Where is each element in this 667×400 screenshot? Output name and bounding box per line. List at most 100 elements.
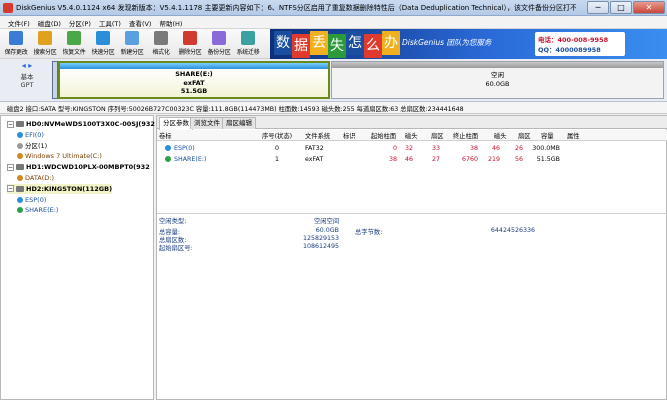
column-header[interactable]: 磁头 [494, 131, 507, 140]
toolbar-button-7[interactable]: 备份分区 [206, 30, 232, 58]
column-header[interactable]: 终止柱面 [453, 131, 478, 140]
toolbar-label: 恢复文件 [62, 49, 86, 56]
column-header[interactable]: 属性 [567, 131, 580, 140]
search-partition-icon [38, 31, 52, 45]
column-header[interactable]: 序号(状态) [262, 131, 292, 140]
table-cell-eh: 46 [491, 145, 500, 152]
toolbar-label: 快速分区 [91, 49, 115, 56]
banner-char-tile: 怎 [346, 31, 364, 55]
column-header[interactable]: 容量 [541, 131, 554, 140]
partition-icon [17, 196, 23, 203]
partition-label-cell: SHARE(E:) [165, 154, 206, 165]
partition-block-free[interactable]: 空闲 60.0GB [331, 61, 664, 99]
menu-tools[interactable]: 工具(T) [95, 16, 125, 28]
table-cell-cap: 300.0MB [532, 145, 560, 152]
tree-node-label: SHARE(E:) [25, 206, 59, 215]
tree-disk-node[interactable]: − HD1:WDCWD10PLX-00MBPT0(932 [7, 162, 150, 172]
hard-disk-icon [16, 185, 24, 192]
partition-icon [165, 156, 171, 162]
column-header[interactable]: 标识 [343, 131, 356, 140]
table-cell-eh: 219 [487, 156, 500, 163]
save-icon [9, 31, 23, 45]
nav-arrows-icon[interactable]: ◂ ▸ [3, 61, 51, 71]
disk-map-nav: ◂ ▸ 基本 GPT [3, 61, 51, 101]
tree-partition-node[interactable]: SHARE(E:) [17, 205, 58, 215]
banner-phone: 电话：400-008-9958 [538, 36, 609, 44]
tab-browse-files[interactable]: 浏览文件 [190, 117, 224, 129]
column-header[interactable]: 文件系统 [305, 131, 330, 140]
tree-partition-node[interactable]: 分区(1) [17, 141, 47, 151]
partition-name: SHARE(E:) [175, 70, 213, 78]
table-cell-sc: 0 [392, 145, 397, 152]
minimize-button[interactable]: ─ [587, 1, 609, 14]
toolbar-button-2[interactable]: 恢复文件 [61, 30, 87, 58]
toolbar-button-4[interactable]: 新建分区 [119, 30, 145, 58]
table-cell-fs: FAT32 [305, 145, 324, 152]
partition-label-cell: ESP(0) [165, 143, 195, 154]
tree-disk-node[interactable]: − HD0:NVMeWDS100T3X0C-00SJ(932 [7, 119, 155, 129]
toolbar-button-3[interactable]: 快速分区 [90, 30, 116, 58]
tree-node-label: EFI(0) [25, 130, 44, 139]
column-header[interactable]: 扇区 [431, 131, 444, 140]
table-cell-fs: exFAT [305, 156, 324, 163]
table-cell-index: 1 [275, 156, 280, 163]
collapse-toggle-icon[interactable]: − [7, 163, 14, 171]
format-icon [154, 31, 168, 45]
toolbar-button-0[interactable]: 保存更改 [3, 30, 29, 58]
collapse-toggle-icon[interactable]: − [7, 120, 14, 128]
disk-map: ◂ ▸ 基本 GPT SHARE(E:) exFAT 51.5GB 空闲 60.… [0, 59, 667, 102]
maximize-button[interactable]: □ [610, 1, 632, 14]
tree-node-label: HD0:NVMeWDS100T3X0C-00SJ(932 [26, 120, 155, 128]
system-migrate-icon [241, 31, 255, 45]
tab-sector-edit[interactable]: 扇区编辑 [222, 117, 256, 129]
partition-block-share[interactable]: SHARE(E:) exFAT 51.5GB [58, 61, 330, 99]
menu-view[interactable]: 查看(V) [125, 16, 156, 28]
tree-partition-node[interactable]: Windows 7 Ultimate(C:) [17, 151, 102, 161]
menu-help[interactable]: 帮助(H) [155, 16, 186, 28]
column-header[interactable]: 起始柱面 [371, 131, 396, 140]
partition-icon [17, 207, 23, 214]
toolbar-button-5[interactable]: 格式化 [148, 30, 174, 58]
menu-disk[interactable]: 磁盘(D) [34, 16, 65, 28]
column-header[interactable]: 扇区 [518, 131, 531, 140]
toolbar-button-6[interactable]: 删除分区 [177, 30, 203, 58]
close-button[interactable]: ✕ [633, 1, 665, 14]
tab-partition-params[interactable]: 分区参数 [159, 117, 193, 130]
partition-icon [17, 131, 23, 138]
toolbar-button-8[interactable]: 系统迁移 [235, 30, 261, 58]
column-header[interactable]: 卷标 [159, 131, 172, 140]
window-title: DiskGenius V5.4.0.1124 x64 发现新版本：V5.4.1.… [16, 4, 576, 12]
menu-partition[interactable]: 分区(P) [65, 16, 95, 28]
tree-partition-node[interactable]: DATA(D:) [17, 173, 54, 183]
recover-file-icon [67, 31, 81, 45]
disk-style-label: 基本 [20, 73, 34, 81]
disk-tree: − HD0:NVMeWDS100T3X0C-00SJ(932 EFI(0) 分区(1)… [0, 115, 155, 400]
type-label: 空闲类型: [159, 218, 187, 225]
quick-partition-icon [96, 31, 110, 45]
banner-char-tile: 失 [328, 34, 346, 58]
tree-disk-node[interactable]: − HD2:KINGSTON(112GB) [7, 183, 113, 194]
bytes-label: 总字节数: [355, 229, 383, 236]
new-partition-icon [125, 31, 139, 45]
tree-node-label: HD2:KINGSTON(112GB) [26, 184, 113, 193]
disk-info-bar: 磁盘2 接口:SATA 型号:KINGSTON 序列号:50026B727C00… [0, 102, 667, 114]
tree-partition-node[interactable]: ESP(0) [17, 195, 46, 205]
table-cell-sh: 32 [404, 145, 413, 152]
capacity-value: 60.0GB [315, 227, 339, 234]
partition-label: SHARE(E:) [174, 156, 207, 163]
partition-size: 51.5GB [180, 87, 208, 95]
start-sector-label: 起始扇区号: [159, 245, 193, 252]
table-row[interactable]: SHARE(E:) 1 exFAT 38 46 27 6760 219 56 51.5GB [157, 154, 667, 165]
menu-file[interactable]: 文件(F) [4, 16, 34, 28]
tree-node-label: HD1:WDCWD10PLX-00MBPT0(932 [26, 163, 150, 172]
table-row[interactable]: ESP(0) 0 FAT32 0 32 33 38 46 26 300.0MB [157, 143, 667, 154]
column-header[interactable]: 磁头 [405, 131, 418, 140]
collapse-toggle-icon[interactable]: − [7, 185, 14, 193]
ad-banner[interactable]: DiskGenius 团队为您服务 电话：400-008-9958 QQ：400… [270, 29, 667, 59]
tree-partition-node[interactable]: EFI(0) [17, 130, 44, 140]
bytes-value: 64424526336 [490, 227, 535, 234]
toolbar-button-1[interactable]: 搜索分区 [32, 30, 58, 58]
tree-node-label: 分区(1) [25, 141, 48, 150]
menu-bar: 文件(F) 磁盘(D) 分区(P) 工具(T) 查看(V) 帮助(H) [0, 16, 667, 29]
tree-node-label: ESP(0) [25, 195, 47, 204]
